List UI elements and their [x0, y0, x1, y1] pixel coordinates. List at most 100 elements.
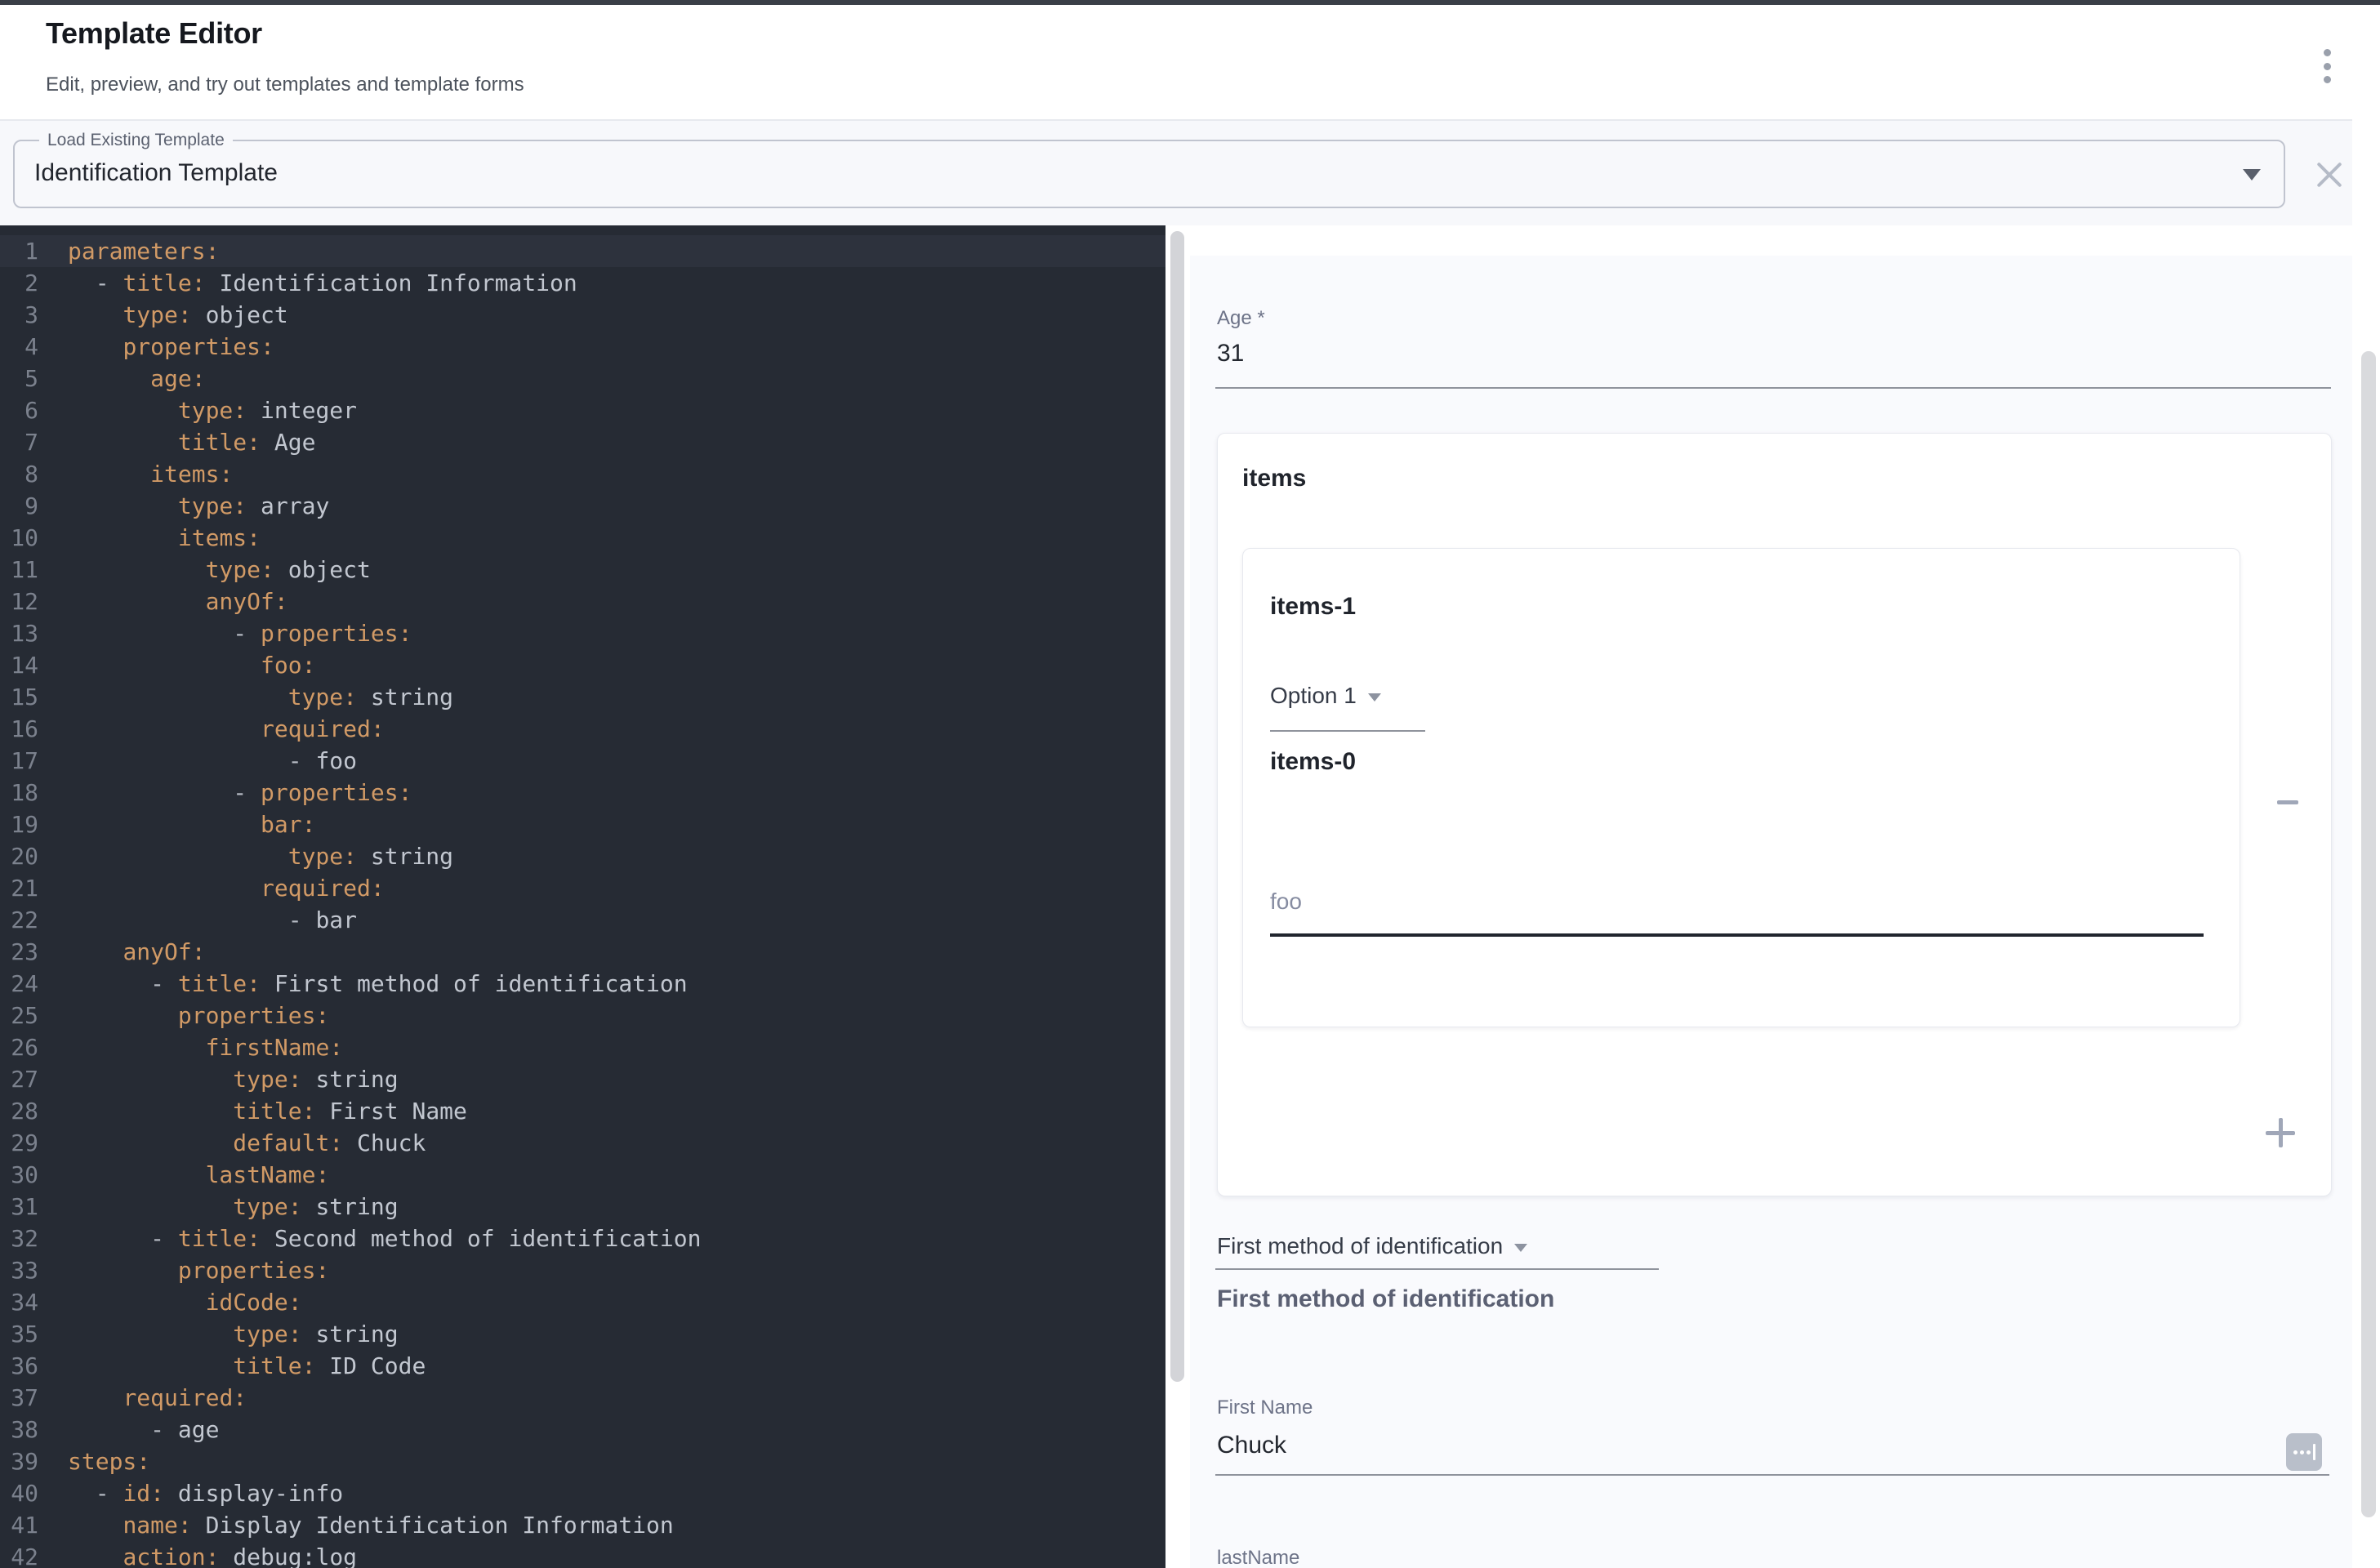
- editor-line[interactable]: 27 type: string: [0, 1063, 1165, 1095]
- editor-line[interactable]: 6 type: integer: [0, 394, 1165, 426]
- load-template-label: Load Existing Template: [39, 131, 233, 150]
- page-scrollbar-track[interactable]: [2352, 5, 2380, 1568]
- line-number: 1: [0, 235, 38, 267]
- code-text: lastName:: [68, 1159, 329, 1191]
- editor-line[interactable]: 15 type: string: [0, 681, 1165, 713]
- remove-item-button[interactable]: [2268, 782, 2307, 822]
- variant-select-value: Option 1: [1270, 683, 1357, 709]
- editor-line[interactable]: 36 title: ID Code: [0, 1350, 1165, 1382]
- editor-line[interactable]: 22 - bar: [0, 904, 1165, 936]
- line-number: 6: [0, 394, 38, 426]
- identification-method-select[interactable]: First method of identification: [1217, 1233, 1527, 1259]
- foo-input-placeholder[interactable]: foo: [1270, 889, 1302, 915]
- editor-line[interactable]: 13 - properties:: [0, 617, 1165, 649]
- editor-line[interactable]: 19 bar:: [0, 808, 1165, 840]
- load-template-select[interactable]: Load Existing Template Identification Te…: [13, 140, 2285, 208]
- editor-line[interactable]: 7 title: Age: [0, 426, 1165, 458]
- age-input[interactable]: 31: [1217, 340, 1244, 368]
- editor-line[interactable]: 12 anyOf:: [0, 586, 1165, 617]
- code-text: type: string: [68, 1063, 399, 1095]
- code-text: name: Display Identification Information: [68, 1509, 674, 1541]
- items-1-title: items-1: [1270, 593, 1356, 621]
- editor-line[interactable]: 28 title: First Name: [0, 1095, 1165, 1127]
- editor-line[interactable]: 31 type: string: [0, 1191, 1165, 1223]
- items-1-card: items-1 Option 1 items-0 foo: [1242, 548, 2240, 1027]
- editor-line[interactable]: 26 firstName:: [0, 1031, 1165, 1063]
- editor-line[interactable]: 40 - id: display-info: [0, 1477, 1165, 1509]
- editor-line[interactable]: 42 action: debug:log: [0, 1541, 1165, 1568]
- editor-line[interactable]: 30 lastName:: [0, 1159, 1165, 1191]
- line-number: 20: [0, 840, 38, 872]
- first-name-input[interactable]: Chuck: [1217, 1432, 1286, 1459]
- editor-line[interactable]: 34 idCode:: [0, 1286, 1165, 1318]
- first-name-label: First Name: [1217, 1396, 1313, 1419]
- line-number: 40: [0, 1477, 38, 1509]
- editor-line[interactable]: 2 - title: Identification Information: [0, 267, 1165, 299]
- editor-line[interactable]: 23 anyOf:: [0, 936, 1165, 968]
- code-text: properties:: [68, 1254, 329, 1286]
- page-scrollbar-thumb[interactable]: [2361, 351, 2376, 1517]
- editor-line[interactable]: 41 name: Display Identification Informat…: [0, 1509, 1165, 1541]
- editor-line[interactable]: 5 age:: [0, 363, 1165, 394]
- line-number: 25: [0, 1000, 38, 1031]
- code-text: title: Age: [68, 426, 315, 458]
- editor-line[interactable]: 17 - foo: [0, 745, 1165, 777]
- line-number: 39: [0, 1446, 38, 1477]
- editor-line[interactable]: 14 foo:: [0, 649, 1165, 681]
- editor-line[interactable]: 1parameters:: [0, 235, 1165, 267]
- editor-line[interactable]: 24 - title: First method of identificati…: [0, 968, 1165, 1000]
- editor-line[interactable]: 38 - age: [0, 1414, 1165, 1446]
- line-number: 42: [0, 1541, 38, 1568]
- code-text: age:: [68, 363, 206, 394]
- editor-line[interactable]: 21 required:: [0, 872, 1165, 904]
- load-template-value: Identification Template: [34, 159, 278, 187]
- editor-line[interactable]: 9 type: array: [0, 490, 1165, 522]
- method-section-heading: First method of identification: [1217, 1285, 1554, 1313]
- code-text: foo:: [68, 649, 315, 681]
- line-number: 28: [0, 1095, 38, 1127]
- line-number: 38: [0, 1414, 38, 1446]
- editor-line[interactable]: 39steps:: [0, 1446, 1165, 1477]
- code-text: items:: [68, 522, 261, 554]
- code-text: - title: Identification Information: [68, 267, 577, 299]
- header: Template Editor Edit, preview, and try o…: [0, 5, 2380, 121]
- code-text: type: object: [68, 299, 288, 331]
- clear-template-icon[interactable]: [2313, 158, 2346, 191]
- code-text: type: array: [68, 490, 329, 522]
- editor-line[interactable]: 37 required:: [0, 1382, 1165, 1414]
- line-number: 37: [0, 1382, 38, 1414]
- editor-scrollbar[interactable]: [1170, 231, 1184, 1382]
- line-number: 23: [0, 936, 38, 968]
- line-number: 11: [0, 554, 38, 586]
- last-name-label: lastName: [1217, 1547, 1299, 1568]
- editor-line[interactable]: 10 items:: [0, 522, 1165, 554]
- code-text: type: object: [68, 554, 371, 586]
- editor-line[interactable]: 33 properties:: [0, 1254, 1165, 1286]
- caret-down-icon: [1368, 693, 1381, 702]
- editor-line[interactable]: 8 items:: [0, 458, 1165, 490]
- line-number: 7: [0, 426, 38, 458]
- code-text: idCode:: [68, 1286, 302, 1318]
- editor-line[interactable]: 32 - title: Second method of identificat…: [0, 1223, 1165, 1254]
- editor-line[interactable]: 25 properties:: [0, 1000, 1165, 1031]
- editor-line[interactable]: 29 default: Chuck: [0, 1127, 1165, 1159]
- editor-line[interactable]: 18 - properties:: [0, 777, 1165, 808]
- editor-line[interactable]: 3 type: object: [0, 299, 1165, 331]
- plus-icon: [2266, 1118, 2295, 1147]
- editor-line[interactable]: 4 properties:: [0, 331, 1165, 363]
- kebab-menu-icon[interactable]: [2315, 47, 2339, 85]
- yaml-code-editor[interactable]: 1parameters:2 - title: Identification In…: [0, 225, 1165, 1568]
- editor-line[interactable]: 35 type: string: [0, 1318, 1165, 1350]
- code-text: - properties:: [68, 617, 412, 649]
- editor-line[interactable]: 16 required:: [0, 713, 1165, 745]
- editor-line[interactable]: 11 type: object: [0, 554, 1165, 586]
- add-item-button[interactable]: [2261, 1113, 2300, 1152]
- editor-line[interactable]: 20 type: string: [0, 840, 1165, 872]
- code-text: items:: [68, 458, 233, 490]
- line-number: 33: [0, 1254, 38, 1286]
- variant-select[interactable]: Option 1: [1270, 683, 1381, 709]
- foo-input-underline: [1270, 933, 2204, 937]
- identification-method-value: First method of identification: [1217, 1233, 1503, 1259]
- autofill-icon[interactable]: [2286, 1433, 2322, 1471]
- code-text: type: string: [68, 840, 453, 872]
